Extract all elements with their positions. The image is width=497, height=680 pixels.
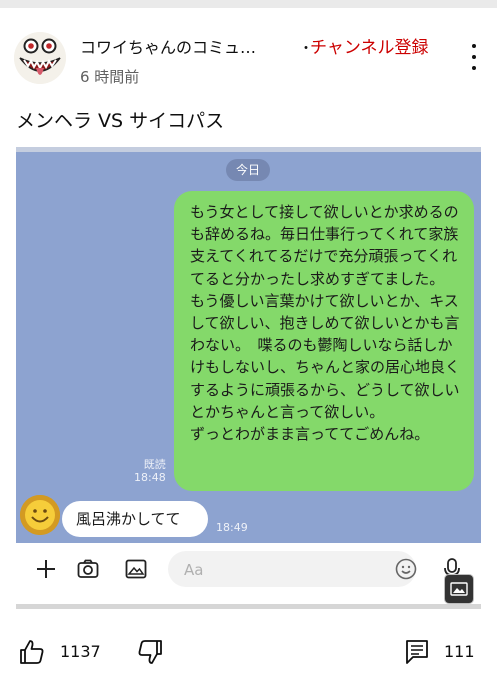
emoji-icon[interactable] <box>394 557 418 581</box>
chat-toolbar: Aa <box>16 543 481 595</box>
reply-time: 18:49 <box>216 521 248 534</box>
more-vert-icon[interactable] <box>466 44 482 70</box>
camera-icon[interactable] <box>76 557 100 581</box>
sent-time: 18:48 <box>134 471 166 484</box>
avatar-face <box>14 32 66 84</box>
thumbs-up-icon[interactable] <box>18 638 46 666</box>
sent-message-bubble: もう女として接して欲しいとか求めるのも辞めるね。毎日仕事行ってくれて家族支えてく… <box>174 191 474 491</box>
read-status: 既読 <box>143 458 166 471</box>
message-input[interactable] <box>168 551 416 587</box>
channel-avatar[interactable] <box>14 32 66 84</box>
chat-top-border <box>16 147 481 152</box>
subscribe-button[interactable]: チャンネル登録 <box>310 33 429 58</box>
channel-name[interactable]: コワイちゃんのコミュ… <box>80 34 256 58</box>
reply-message-bubble: 風呂沸かしてて <box>62 501 208 537</box>
gallery-icon[interactable] <box>444 574 474 604</box>
image-icon[interactable] <box>124 557 148 581</box>
top-divider <box>0 0 497 8</box>
comment-icon[interactable] <box>404 638 430 666</box>
thumbs-down-icon[interactable] <box>136 638 164 666</box>
post-time: 6 時間前 <box>80 68 140 86</box>
like-count: 1137 <box>60 642 101 661</box>
gallery-glyph <box>450 582 468 596</box>
smiley-icon <box>20 495 60 535</box>
date-label: 今日 <box>226 159 270 181</box>
post-image[interactable]: 今日 もう女として接して欲しいとか求めるのも辞めるね。毎日仕事行ってくれて家族支… <box>16 147 481 609</box>
chat-bottom-border <box>16 604 481 609</box>
plus-icon[interactable] <box>34 557 58 581</box>
read-receipt: 既読 18:48 <box>134 458 166 484</box>
post-title: メンヘラ VS サイコパス <box>16 110 225 132</box>
partner-avatar <box>20 495 60 535</box>
comment-count: 111 <box>444 642 475 661</box>
message-input-placeholder: Aa <box>184 561 204 579</box>
